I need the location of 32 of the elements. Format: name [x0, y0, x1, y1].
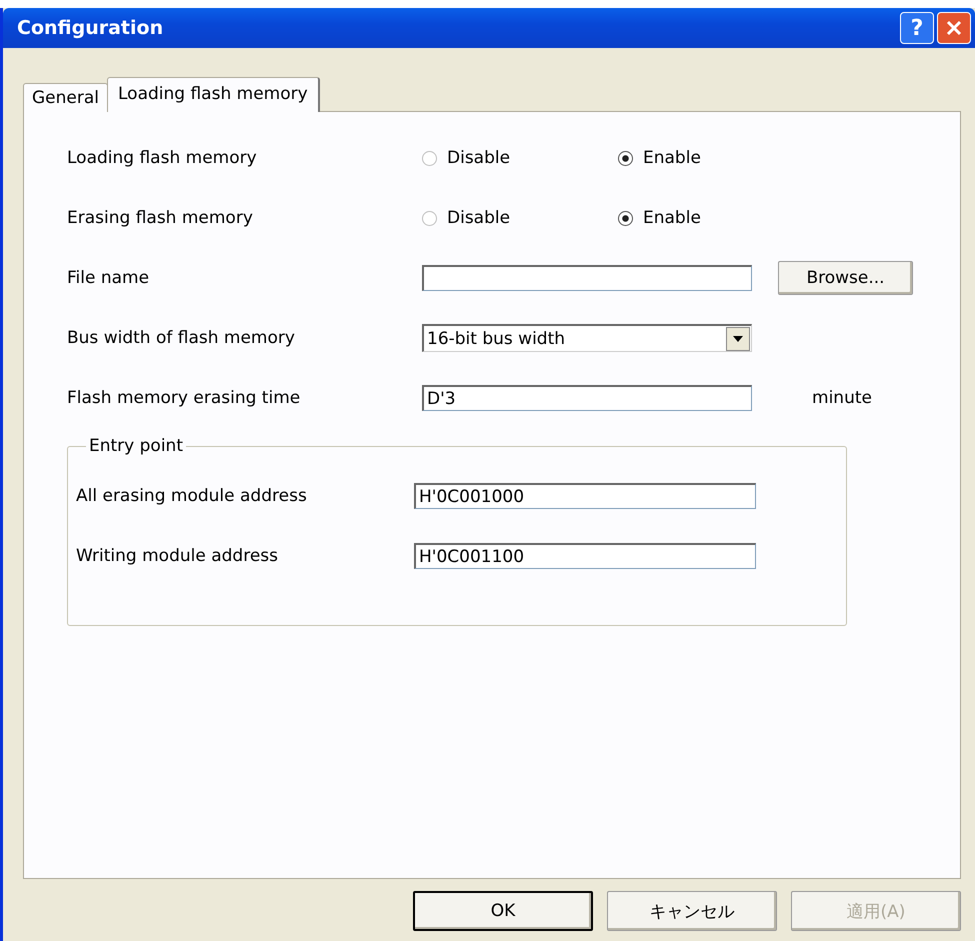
option-label: Loading flash memory — [67, 148, 258, 168]
help-button[interactable]: ? — [900, 12, 934, 44]
close-icon — [945, 19, 963, 37]
tab[interactable]: General — [23, 83, 108, 112]
field-label: Writing module address — [76, 546, 280, 566]
radio-option[interactable]: Enable — [618, 208, 814, 228]
unit-label: minute — [812, 388, 873, 408]
input-field[interactable]: H'0C001000 — [414, 483, 756, 509]
input-field[interactable] — [422, 265, 752, 291]
dialog-button[interactable]: OK — [413, 891, 593, 931]
input-field[interactable]: D'3 — [422, 385, 752, 411]
input-field[interactable]: H'0C001100 — [414, 543, 756, 569]
option-label: Erasing flash memory — [67, 208, 254, 228]
close-button[interactable] — [937, 12, 971, 44]
radio-button[interactable] — [422, 210, 437, 226]
field-label: All erasing module address — [76, 486, 308, 506]
group-title: Entry point — [88, 436, 184, 456]
window-title: Configuration — [17, 17, 164, 39]
radio-option[interactable]: Disable — [422, 148, 618, 168]
dropdown[interactable]: 16-bit bus width — [422, 324, 752, 352]
field-label: File name — [67, 268, 150, 288]
radio-option[interactable]: Enable — [618, 148, 814, 168]
dialog-button[interactable]: キャンセル — [607, 891, 777, 931]
radio-option[interactable]: Disable — [422, 208, 618, 228]
radio-button[interactable] — [422, 150, 437, 166]
tab[interactable]: Loading flash memory — [107, 77, 320, 112]
caret-icon — [733, 336, 743, 342]
browse-button[interactable]: Browse... — [778, 261, 913, 295]
field-label: Flash memory erasing time — [67, 388, 302, 408]
radio-button[interactable] — [618, 150, 633, 166]
field-label: Bus width of flash memory — [67, 328, 296, 348]
radio-button[interactable] — [618, 210, 633, 226]
